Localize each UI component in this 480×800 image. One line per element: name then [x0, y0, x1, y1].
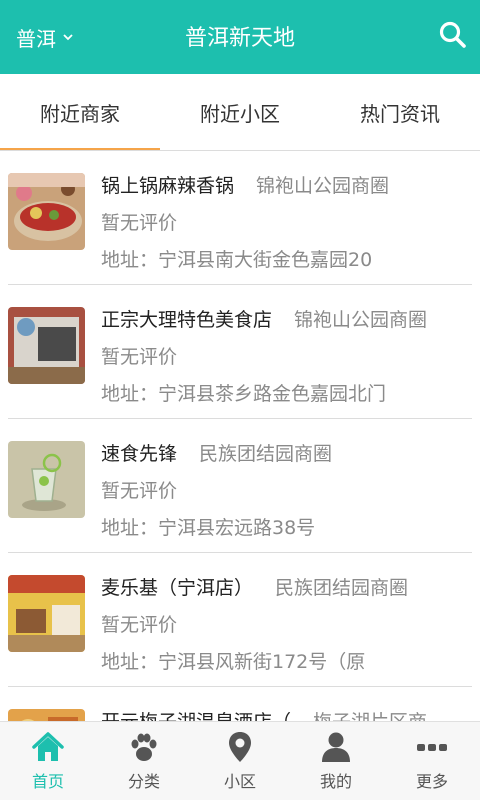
- merchant-address: 地址：宁洱县南大街金色嘉园20: [101, 249, 373, 271]
- nav-category[interactable]: 分类: [96, 722, 192, 800]
- nav-more[interactable]: 更多: [384, 722, 480, 800]
- app-header: 普洱 普洱新天地: [0, 0, 480, 74]
- merchant-thumbnail: [8, 173, 85, 250]
- bottom-nav: 首页 分类 小区 我的 更多: [0, 721, 480, 800]
- merchant-area: 锦袍山公园商圈: [294, 309, 428, 331]
- merchant-thumbnail: [8, 441, 85, 518]
- search-icon[interactable]: [438, 20, 468, 50]
- list-item[interactable]: 正宗大理特色美食店 锦袍山公园商圈 暂无评价 地址：宁洱县茶乡路金色嘉园北门: [8, 285, 472, 419]
- nav-mine[interactable]: 我的: [288, 722, 384, 800]
- merchant-title-line: 麦乐基（宁洱店） 民族团结园商圈: [101, 573, 472, 600]
- nav-home[interactable]: 首页: [0, 722, 96, 800]
- merchant-list: 锅上锅麻辣香锅 锦袍山公园商圈 暂无评价 地址：宁洱县南大街金色嘉园20 正宗大理…: [0, 151, 480, 722]
- tab-hot-news[interactable]: 热门资讯: [320, 74, 480, 150]
- merchant-rating: 暂无评价: [101, 346, 178, 368]
- merchant-address: 地址：宁洱县宏远路38号: [101, 517, 316, 539]
- list-item[interactable]: 锅上锅麻辣香锅 锦袍山公园商圈 暂无评价 地址：宁洱县南大街金色嘉园20: [8, 151, 472, 285]
- home-icon: [32, 732, 64, 761]
- list-item[interactable]: 开元梅子湖温泉酒店（ 梅子湖片区商: [8, 687, 472, 722]
- page-title: 普洱新天地: [184, 26, 295, 51]
- merchant-title-line: 开元梅子湖温泉酒店（ 梅子湖片区商: [101, 707, 472, 722]
- merchant-address: 地址：宁洱县茶乡路金色嘉园北门: [101, 383, 387, 405]
- paw-icon: [131, 733, 157, 761]
- nav-mine-label: 我的: [319, 772, 352, 791]
- merchant-area: 锦袍山公园商圈: [256, 175, 390, 197]
- merchant-thumbnail: [8, 307, 85, 384]
- nav-community[interactable]: 小区: [192, 722, 288, 800]
- merchant-title-line: 锅上锅麻辣香锅 锦袍山公园商圈: [101, 171, 472, 198]
- merchant-thumbnail: [8, 575, 85, 652]
- list-item[interactable]: 速食先锋 民族团结园商圈 暂无评价 地址：宁洱县宏远路38号: [8, 419, 472, 553]
- merchant-name: 锅上锅麻辣香锅: [101, 175, 235, 197]
- merchant-area: 民族团结园商圈: [199, 443, 333, 465]
- merchant-title-line: 速食先锋 民族团结园商圈: [101, 439, 472, 466]
- merchant-address: 地址：宁洱县风新街172号（原: [101, 651, 366, 673]
- list-item[interactable]: 麦乐基（宁洱店） 民族团结园商圈 暂无评价 地址：宁洱县风新街172号（原: [8, 553, 472, 687]
- merchant-title-line: 正宗大理特色美食店 锦袍山公园商圈: [101, 305, 472, 332]
- nav-home-label: 首页: [31, 772, 64, 791]
- nav-category-label: 分类: [127, 772, 160, 791]
- tab-nearby-communities[interactable]: 附近小区: [160, 74, 320, 150]
- more-dots-icon: [417, 744, 447, 751]
- nav-more-label: 更多: [415, 772, 448, 791]
- nav-community-label: 小区: [223, 772, 256, 791]
- user-icon: [322, 732, 350, 762]
- merchant-name: 麦乐基（宁洱店）: [101, 577, 254, 599]
- merchant-name: 正宗大理特色美食店: [101, 309, 273, 331]
- merchant-area: 民族团结园商圈: [275, 577, 409, 599]
- tab-nearby-merchants[interactable]: 附近商家: [0, 74, 160, 150]
- merchant-name: 速食先锋: [101, 443, 178, 465]
- location-pin-icon: [229, 732, 251, 762]
- merchant-rating: 暂无评价: [101, 212, 178, 234]
- merchant-rating: 暂无评价: [101, 614, 178, 636]
- merchant-rating: 暂无评价: [101, 480, 178, 502]
- tab-bar: 附近商家 附近小区 热门资讯: [0, 74, 480, 151]
